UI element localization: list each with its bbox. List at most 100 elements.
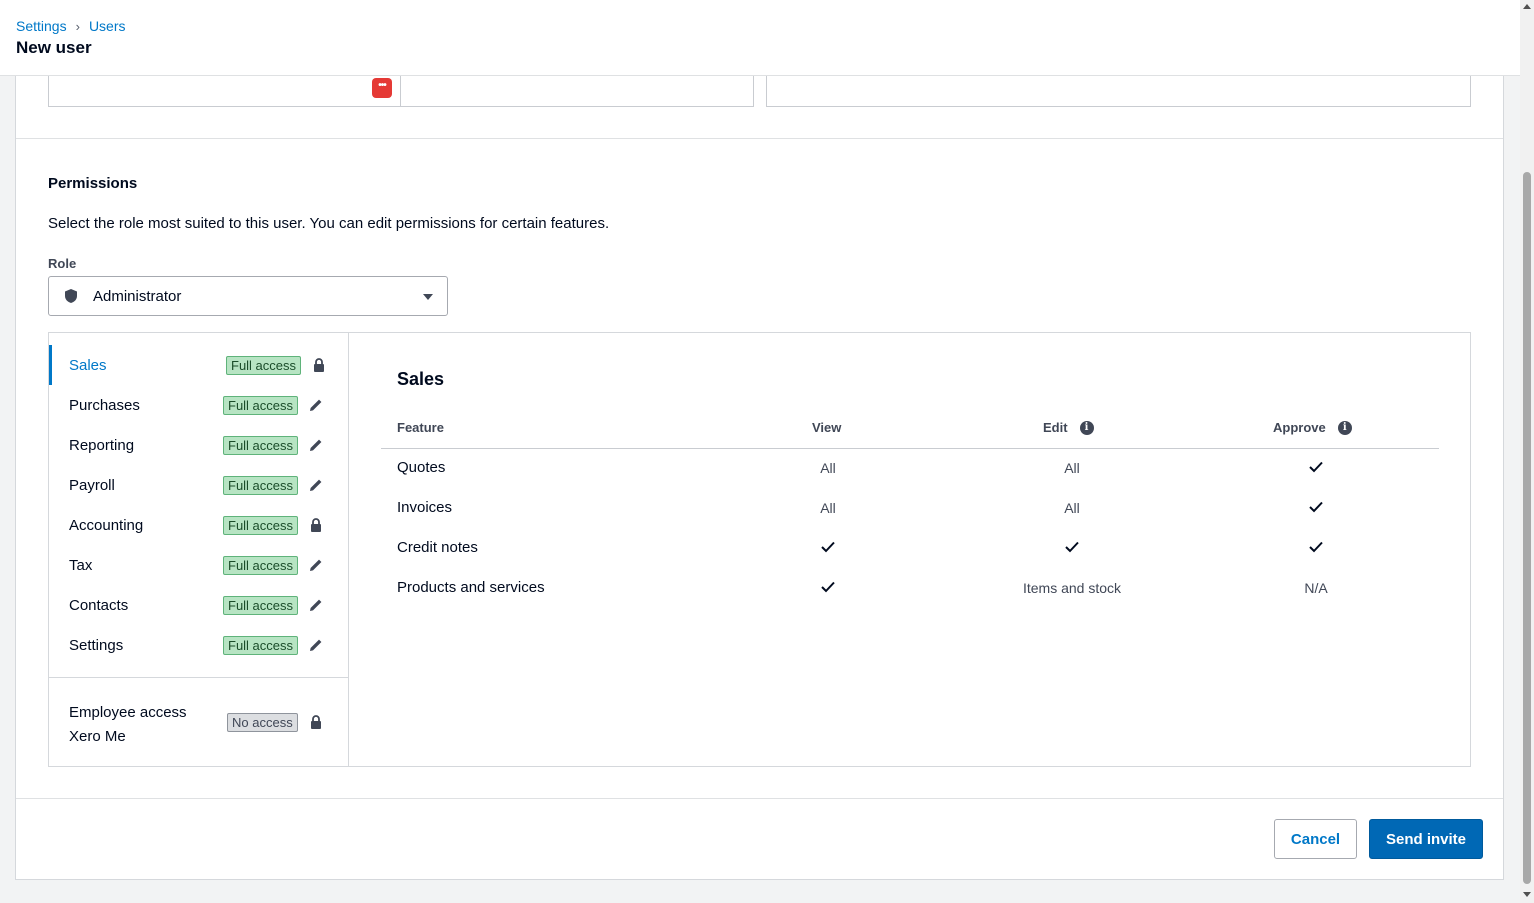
access-badge: Full access xyxy=(223,396,299,415)
sidebar-item-tax[interactable]: Tax Full access xyxy=(49,545,348,585)
feature-cell: Credit notes xyxy=(397,539,478,556)
lock-icon xyxy=(314,358,324,372)
breadcrumb-separator-icon: › xyxy=(75,18,80,34)
check-icon xyxy=(1065,541,1079,553)
view-cell xyxy=(821,540,835,556)
table-row: Credit notes xyxy=(381,528,1439,568)
edit-cell: All xyxy=(1064,500,1080,516)
permissions-description: Select the role most suited to this user… xyxy=(48,215,610,232)
sidebar-item-label: Purchases xyxy=(69,396,140,414)
access-badge: Full access xyxy=(223,516,299,535)
page-title: New user xyxy=(16,38,92,57)
sidebar-item-employee-access[interactable]: Employee access Xero Me xyxy=(69,701,187,749)
sidebar-item-label: Payroll xyxy=(69,476,115,494)
cancel-button[interactable]: Cancel xyxy=(1274,819,1357,859)
check-icon xyxy=(821,581,835,593)
breadcrumb: Settings › Users xyxy=(16,18,126,34)
sidebar-divider xyxy=(49,677,348,678)
shield-icon xyxy=(65,289,77,303)
no-access-badge: No access xyxy=(227,713,298,732)
table-header: Feature View Edit i Approve i xyxy=(381,413,1439,449)
feature-cell: Products and services xyxy=(397,579,545,596)
sidebar-item-reporting[interactable]: Reporting Full access xyxy=(49,425,348,465)
password-manager-icon[interactable]: ••• xyxy=(372,78,392,98)
view-cell: All xyxy=(820,500,836,516)
view-cell: All xyxy=(820,460,836,476)
footer-divider xyxy=(16,798,1503,799)
breadcrumb-users[interactable]: Users xyxy=(89,18,126,34)
new-user-card: ••• Permissions Select the role most sui… xyxy=(15,60,1504,880)
col-approve-label: Approve xyxy=(1273,420,1326,435)
access-badge: Full access xyxy=(223,476,299,495)
sidebar-item-label: Reporting xyxy=(69,436,135,454)
scroll-down-icon[interactable] xyxy=(1523,892,1531,897)
sidebar-item-sales[interactable]: Sales Full access xyxy=(49,345,348,385)
col-edit: Edit i xyxy=(1043,420,1094,435)
edit-cell: Items and stock xyxy=(1022,580,1122,596)
check-icon xyxy=(1309,461,1323,473)
scrollbar[interactable] xyxy=(1520,0,1534,903)
pencil-icon[interactable] xyxy=(308,477,324,493)
info-icon[interactable]: i xyxy=(1337,420,1352,435)
chevron-down-icon xyxy=(423,294,433,300)
breadcrumb-settings[interactable]: Settings xyxy=(16,18,67,34)
sidebar-item-purchases[interactable]: Purchases Full access xyxy=(49,385,348,425)
col-view: View xyxy=(812,420,842,435)
edit-cell: All xyxy=(1064,460,1080,476)
sidebar-item-contacts[interactable]: Contacts Full access xyxy=(49,585,348,625)
sidebar-item-accounting[interactable]: Accounting Full access xyxy=(49,505,348,545)
feature-cell: Quotes xyxy=(397,459,446,476)
info-icon[interactable]: i xyxy=(1079,420,1094,435)
role-select[interactable]: Administrator xyxy=(48,276,448,316)
approve-cell: N/A xyxy=(1304,580,1328,596)
scroll-thumb[interactable] xyxy=(1523,172,1531,884)
role-value: Administrator xyxy=(93,287,182,305)
section-divider xyxy=(16,138,1503,139)
check-icon xyxy=(821,541,835,553)
view-cell xyxy=(821,580,835,596)
pencil-icon[interactable] xyxy=(308,637,324,653)
col-feature: Feature xyxy=(397,420,444,435)
access-badge: Full access xyxy=(223,436,299,455)
role-label: Role xyxy=(48,256,77,271)
text-field[interactable] xyxy=(400,71,754,107)
approve-cell xyxy=(1309,500,1323,516)
pencil-icon[interactable] xyxy=(308,557,324,573)
pencil-icon[interactable] xyxy=(308,437,324,453)
access-badge: Full access xyxy=(223,596,299,615)
sidebar-item-label: Tax xyxy=(69,556,93,574)
col-approve: Approve i xyxy=(1273,420,1352,435)
password-field[interactable]: ••• xyxy=(48,71,401,107)
edit-cell xyxy=(1065,540,1079,556)
table-row: Quotes All All xyxy=(381,448,1439,488)
table-row: Invoices All All xyxy=(381,488,1439,528)
access-badge: Full access xyxy=(223,636,299,655)
lock-icon xyxy=(311,715,321,729)
check-icon xyxy=(1309,541,1323,553)
xero-me-label: Xero Me xyxy=(69,728,126,745)
sidebar-item-payroll[interactable]: Payroll Full access xyxy=(49,465,348,505)
permissions-sidebar: Sales Full access Purchases Full access … xyxy=(49,333,349,766)
feature-cell: Invoices xyxy=(397,499,453,516)
permissions-title: Permissions xyxy=(48,175,138,192)
lock-icon xyxy=(311,518,321,532)
sidebar-item-label: Sales xyxy=(69,356,107,374)
access-badge: Full access xyxy=(223,556,299,575)
scroll-up-icon[interactable] xyxy=(1523,4,1531,9)
employee-access-label: Employee access xyxy=(69,704,187,721)
pencil-icon[interactable] xyxy=(308,597,324,613)
approve-cell xyxy=(1309,460,1323,476)
detail-title: Sales xyxy=(397,369,445,389)
text-field[interactable] xyxy=(766,71,1471,107)
permissions-panel: Sales Full access Purchases Full access … xyxy=(48,332,1471,767)
send-invite-button[interactable]: Send invite xyxy=(1369,819,1483,859)
access-badge: Full access xyxy=(226,356,302,375)
table-row: Products and services Items and stock N/… xyxy=(381,568,1439,608)
col-edit-label: Edit xyxy=(1043,420,1068,435)
page-header: Settings › Users New user xyxy=(0,0,1520,76)
approve-cell xyxy=(1309,540,1323,556)
check-icon xyxy=(1309,501,1323,513)
sidebar-item-settings[interactable]: Settings Full access xyxy=(49,625,348,665)
pencil-icon[interactable] xyxy=(308,397,324,413)
sidebar-item-label: Accounting xyxy=(69,516,144,534)
